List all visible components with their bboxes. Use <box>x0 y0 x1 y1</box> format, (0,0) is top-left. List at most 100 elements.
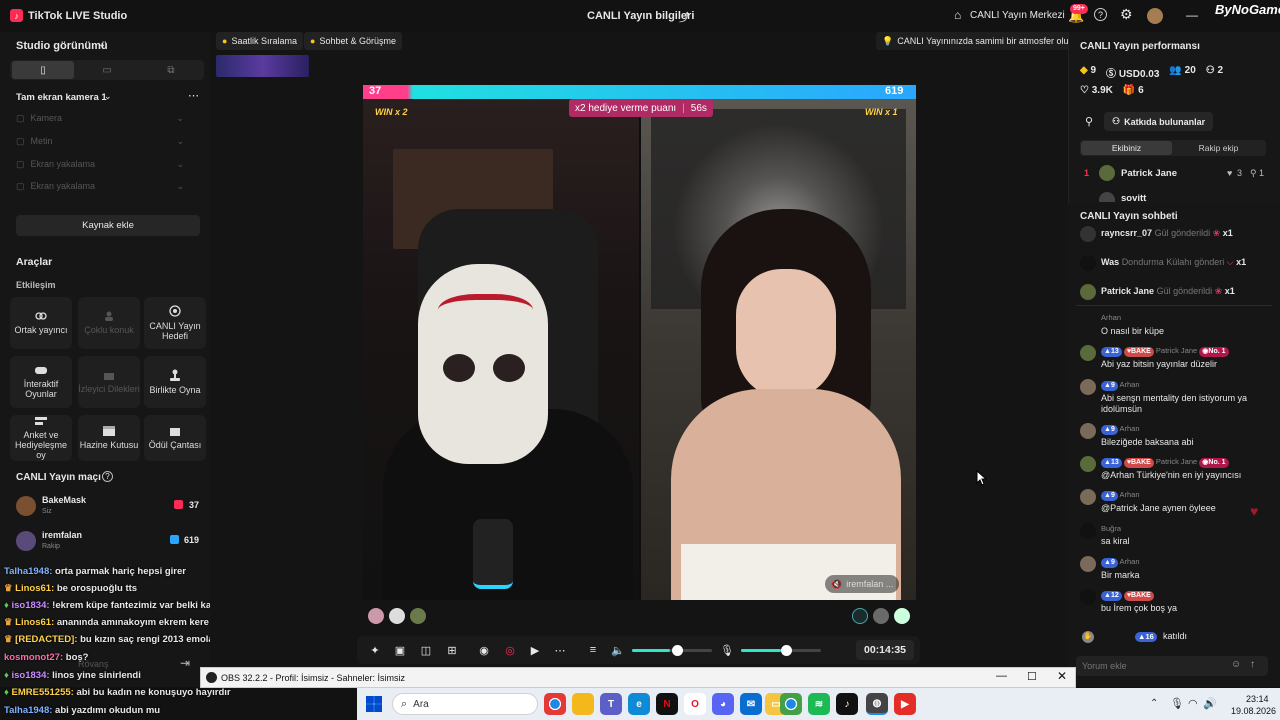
tiktok-icon[interactable]: ♪ <box>836 693 858 715</box>
chevron-down-icon[interactable]: ⌄ <box>104 91 112 102</box>
windows-start-icon[interactable] <box>366 696 382 712</box>
source-row[interactable]: ▢ Metin ⌄ <box>16 132 184 150</box>
supporter-avatar[interactable] <box>410 608 426 624</box>
chat-meet-pill[interactable]: ● Sohbet & Görüşme <box>304 32 402 50</box>
more-icon[interactable]: ⋯ <box>550 640 570 660</box>
poll-card[interactable]: Anket ve Hediyeleşme oy <box>10 415 72 461</box>
treasure-box-card[interactable]: Hazine Kutusu <box>78 415 140 461</box>
chevron-down-icon[interactable]: ⌄ <box>98 39 106 50</box>
badge-icon: ♦ <box>4 670 9 681</box>
supporter-avatar[interactable] <box>389 608 405 624</box>
clock-date[interactable]: 19.08.2026 <box>1231 706 1276 716</box>
interactive-games-card[interactable]: İnteraktif Oyunlar <box>10 356 72 408</box>
source-row[interactable]: ▢ Ekran yakalama ⌄ <box>16 177 184 195</box>
mask-drawing <box>438 294 533 334</box>
netflix-icon[interactable]: N <box>656 693 678 715</box>
reward-bag-card[interactable]: Ödül Çantası <box>144 415 206 461</box>
effects-icon[interactable]: ▣ <box>390 640 410 660</box>
play-together-card[interactable]: Birlikte Oyna <box>144 356 206 408</box>
overlay-chat-line: kosmonot27: boş? <box>4 652 89 663</box>
share-icon[interactable]: ⤴ <box>679 9 690 25</box>
opera-icon[interactable]: O <box>684 693 706 715</box>
layout-landscape-button[interactable]: ▭ <box>76 61 138 79</box>
joined-text: katıldı <box>1163 631 1188 641</box>
magic-wand-icon[interactable]: ✦ <box>365 640 385 660</box>
multi-guest-card[interactable]: Çoklu konuk <box>78 297 140 349</box>
add-user-icon[interactable]: ⚲ <box>1085 115 1093 128</box>
avatar <box>1080 423 1096 439</box>
camera-icon[interactable]: ◫ <box>416 640 436 660</box>
supporter-avatar[interactable] <box>873 608 889 624</box>
help-icon[interactable]: ? <box>102 471 113 482</box>
layout-portrait-button[interactable]: ▯ <box>12 61 74 79</box>
settings-icon[interactable]: ⚙ <box>1120 6 1133 23</box>
source-row[interactable]: ▢ Kamera ⌄ <box>16 109 184 127</box>
viewer-wishes-card[interactable]: İzleyici Dilekleri <box>78 356 140 408</box>
video-icon[interactable]: ▶ <box>525 640 545 660</box>
mail-icon[interactable]: ✉ <box>740 693 762 715</box>
comment-input[interactable] <box>1082 658 1222 674</box>
edge-icon[interactable]: e <box>628 693 650 715</box>
co-host-card[interactable]: Ortak yayıncı <box>10 297 72 349</box>
speaker-volume-slider[interactable] <box>632 645 712 656</box>
teams-icon[interactable]: T <box>600 693 622 715</box>
exit-icon[interactable]: ⇥ <box>180 656 190 670</box>
mic-volume-slider[interactable] <box>741 645 821 656</box>
send-icon[interactable]: ↑ <box>1250 659 1255 670</box>
profile-avatar[interactable] <box>1147 8 1163 24</box>
minimize-icon[interactable]: — <box>996 670 1007 682</box>
taskbar-search[interactable]: ⌕ Ara <box>392 693 538 715</box>
supporter-avatar[interactable] <box>894 608 910 624</box>
mute-icon[interactable]: 🔇 <box>831 579 842 590</box>
tray-up-icon[interactable]: ⌃ <box>1150 698 1158 709</box>
obs-taskbar-icon[interactable]: ◍ <box>866 693 888 715</box>
maximize-icon[interactable]: ☐ <box>1027 670 1037 683</box>
youtube-icon[interactable]: ▶ <box>894 693 916 715</box>
live-center-link[interactable]: CANLI Yayın Merkezi <box>970 10 1065 21</box>
obs-window-titlebar[interactable]: OBS 32.2.2 - Profil: İsimsiz - Sahneler:… <box>200 667 1076 688</box>
tab-your-team[interactable]: Ekibiniz <box>1081 141 1172 155</box>
sliders-icon[interactable]: ≡ <box>583 640 603 660</box>
supporter-avatar[interactable] <box>368 608 384 624</box>
discord-icon[interactable]: ◕ <box>712 693 734 715</box>
hourly-ranking-pill[interactable]: ● Saatlik Sıralama <box>216 32 303 50</box>
help-icon[interactable]: ? <box>1094 8 1107 21</box>
add-scene-icon[interactable]: ⊞ <box>442 640 462 660</box>
chat-message: Arhan O nasıl bir küpe <box>1080 313 1270 337</box>
obs-icon <box>206 672 217 683</box>
tab-rival-team[interactable]: Rakip ekip <box>1173 141 1264 155</box>
explorer-icon[interactable] <box>572 693 594 715</box>
studio-view-dropdown[interactable]: Studio görünümü <box>16 40 108 52</box>
home-icon[interactable]: ⌂ <box>954 8 961 22</box>
speaker-icon[interactable]: 🔈 <box>608 640 628 660</box>
gift-row: rayncsrr_07 Gül gönderildi ❀ x1 <box>1101 228 1233 238</box>
record-icon[interactable]: ◉ <box>474 640 494 660</box>
host-video-feed <box>363 99 639 600</box>
chrome-icon[interactable] <box>544 693 566 715</box>
interaction-label: Etkileşim <box>16 280 56 290</box>
supporter-avatar[interactable] <box>852 608 868 624</box>
mic-tray-icon[interactable]: 🎙 <box>1170 697 1184 710</box>
event-banner[interactable] <box>216 55 309 77</box>
close-icon[interactable]: ✕ <box>1057 669 1067 683</box>
add-source-button[interactable]: Kaynak ekle <box>16 215 200 236</box>
mic-volume-thumb[interactable] <box>781 645 792 656</box>
spotify-icon[interactable]: ≋ <box>808 693 830 715</box>
volume-icon[interactable]: 🔊 <box>1203 697 1217 710</box>
contributors-button[interactable]: ⚇ Katkıda bulunanlar <box>1104 112 1214 131</box>
tools-title: Araçlar <box>16 256 53 268</box>
avatar <box>1080 226 1096 242</box>
wifi-icon[interactable]: ◠ <box>1188 697 1198 710</box>
minimize-icon[interactable]: — <box>1186 8 1198 22</box>
live-goal-card[interactable]: CANLI Yayın Hedefi <box>144 297 206 349</box>
camera-scene-label[interactable]: Tam ekran kamera 1 <box>16 92 107 103</box>
clock-time[interactable]: 23:14 <box>1246 694 1269 704</box>
more-icon[interactable]: ⋯ <box>188 89 199 102</box>
layout-multi-button[interactable]: ⧉ <box>140 61 202 79</box>
emoji-icon[interactable]: ☺ <box>1231 659 1241 670</box>
speaker-volume-thumb[interactable] <box>672 645 683 656</box>
source-row[interactable]: ▢ Ekran yakalama ⌄ <box>16 155 184 173</box>
mic-icon[interactable]: 🎙 <box>717 640 737 660</box>
rec-settings-icon[interactable]: ◎ <box>500 640 520 660</box>
chrome-icon[interactable] <box>780 693 802 715</box>
